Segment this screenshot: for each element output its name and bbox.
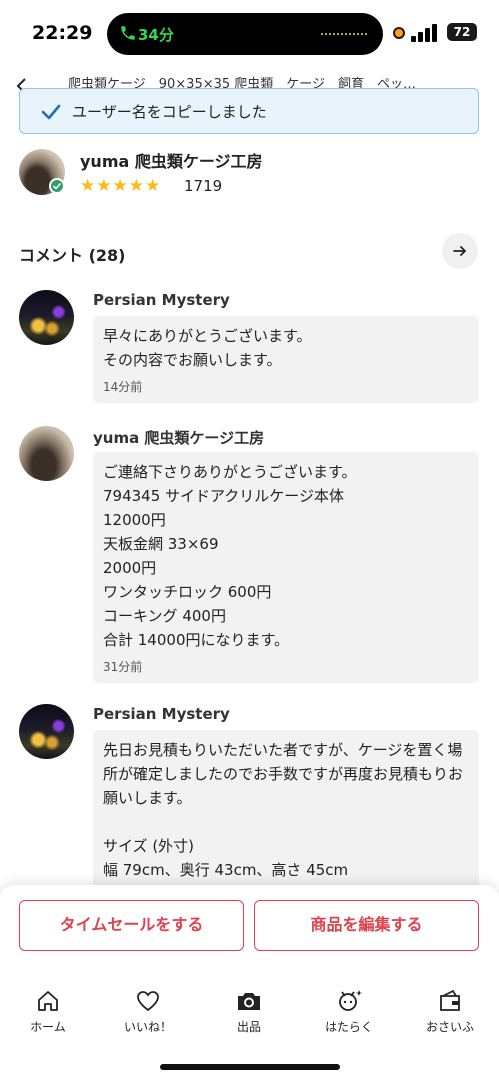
comment-time: 31分前 <box>103 660 143 674</box>
tab-wallet[interactable]: おさいふ <box>410 988 490 1035</box>
home-icon <box>38 991 58 1011</box>
clock: 22:29 <box>32 22 93 44</box>
call-duration: 34分 <box>138 26 174 44</box>
check-icon <box>41 104 61 120</box>
tab-work[interactable]: はたらく <box>309 988 389 1035</box>
comment-text: 先日お見積もりいただいた者ですが、ケージを置く場所が確定しましたのでお手数ですが… <box>103 741 464 879</box>
tab-label: いいね！ <box>123 1020 172 1034</box>
comment-time: 14分前 <box>103 380 143 394</box>
toast-message: ユーザー名をコピーしました <box>72 103 267 121</box>
comment-text: ご連絡下さりありがとうございます。 794345 サイドアクリルケージ本体 12… <box>103 463 357 649</box>
sparkle-clock-icon <box>339 990 363 1011</box>
tab-sell[interactable]: 出品 <box>209 988 289 1035</box>
verified-badge-icon <box>49 178 65 194</box>
comments-more-button[interactable] <box>442 233 478 269</box>
home-indicator[interactable] <box>160 1064 340 1070</box>
tab-likes[interactable]: いいね！ <box>108 988 188 1035</box>
tab-label: はたらく <box>325 1020 373 1034</box>
rating-count: 1719 <box>184 177 223 195</box>
status-bar: 22:29 34分 72 <box>0 0 499 70</box>
signal-icon <box>411 24 437 42</box>
comment-bubble: 先日お見積もりいただいた者ですが、ケージを置く場所が確定しましたのでお手数ですが… <box>93 730 479 910</box>
comment-author[interactable]: Persian Mystery <box>93 291 230 309</box>
commenter-avatar[interactable] <box>19 704 74 759</box>
heart-icon <box>137 991 159 1012</box>
seller-info[interactable]: yuma 爬虫類ケージ工房 ★★★★★ 1719 <box>0 145 499 205</box>
tab-label: ホーム <box>30 1020 66 1034</box>
dynamic-island[interactable]: 34分 <box>107 13 383 55</box>
timesale-button[interactable]: タイムセールをする <box>19 900 244 951</box>
mic-indicator-icon <box>393 27 405 39</box>
commenter-avatar[interactable] <box>19 426 74 481</box>
arrow-right-icon <box>453 246 466 256</box>
tab-label: おさいふ <box>425 1020 474 1034</box>
tab-label: 出品 <box>236 1020 261 1034</box>
comments-heading: コメント (28) <box>19 246 126 265</box>
rating-stars: ★★★★★ <box>80 176 162 196</box>
bottom-tab-bar: ホーム いいね！ 出品 はたらく おさいふ <box>0 988 499 1048</box>
audio-waveform-icon <box>321 33 367 35</box>
phone-icon <box>121 26 135 40</box>
camera-icon <box>238 993 260 1010</box>
copy-toast: ユーザー名をコピーしました <box>19 88 479 134</box>
comment-text: 早々にありがとうございます。 その内容でお願いします。 <box>103 327 312 369</box>
edit-item-button[interactable]: 商品を編集する <box>254 900 479 951</box>
comment-bubble: 早々にありがとうございます。 その内容でお願いします。 14分前 <box>93 316 479 403</box>
comment-author[interactable]: yuma 爬虫類ケージ工房 <box>93 427 264 448</box>
comment-author[interactable]: Persian Mystery <box>93 705 230 723</box>
seller-name[interactable]: yuma 爬虫類ケージ工房 <box>80 148 263 172</box>
wallet-icon <box>440 989 460 1011</box>
comment-bubble: ご連絡下さりありがとうございます。 794345 サイドアクリルケージ本体 12… <box>93 452 479 683</box>
tab-home[interactable]: ホーム <box>8 988 88 1035</box>
bottom-action-panel: タイムセールをする 商品を編集する <box>0 885 499 1080</box>
commenter-avatar[interactable] <box>19 290 74 345</box>
battery-icon: 72 <box>447 23 477 41</box>
